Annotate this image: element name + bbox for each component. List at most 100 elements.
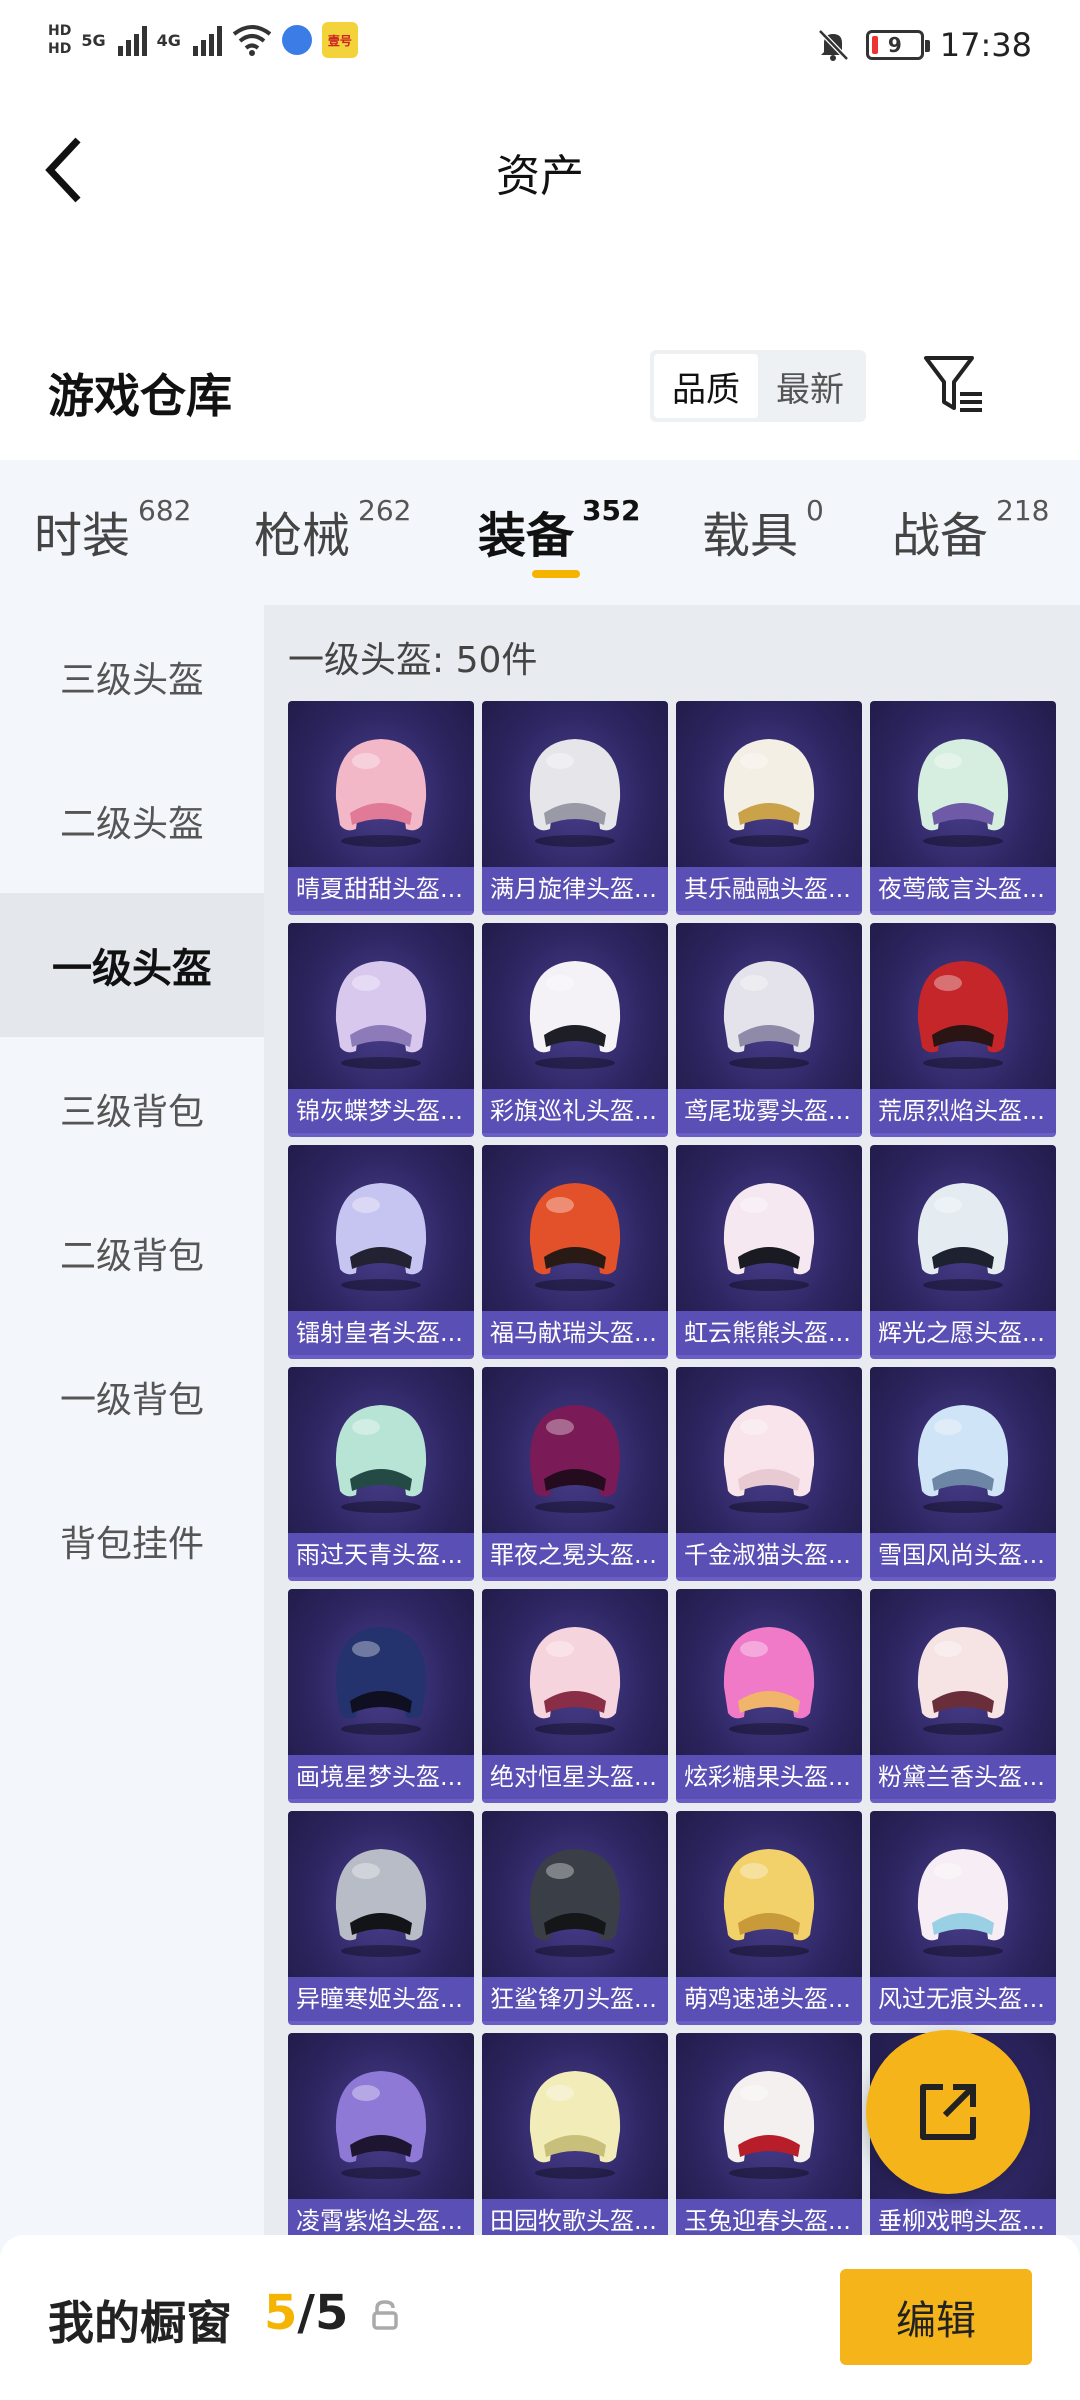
status-bar: HD HD 5G 4G 壹号 9 17:38 bbox=[0, 0, 1080, 100]
helmet-icon bbox=[723, 1627, 815, 1735]
item-card[interactable]: 福马献瑞头盔... bbox=[482, 1145, 668, 1359]
item-name: 雨过天青头盔... bbox=[288, 1533, 474, 1577]
item-card[interactable]: 满月旋律头盔... bbox=[482, 701, 668, 915]
item-card[interactable]: 绝对恒星头盔... bbox=[482, 1589, 668, 1803]
item-name: 其乐融融头盔... bbox=[676, 867, 862, 911]
showcase-total: 5 bbox=[314, 2285, 349, 2341]
item-card[interactable]: 风过无痕头盔... bbox=[870, 1811, 1056, 2025]
helmet-icon bbox=[529, 961, 621, 1069]
tab-count: 262 bbox=[358, 494, 412, 527]
header: 资产 bbox=[0, 100, 1080, 340]
share-button[interactable] bbox=[866, 2030, 1030, 2194]
item-card[interactable]: 雨过天青头盔... bbox=[288, 1367, 474, 1581]
helmet-icon bbox=[917, 1183, 1009, 1291]
active-tab-indicator bbox=[532, 570, 580, 578]
sidebar-item-level2-backpack[interactable]: 二级背包 bbox=[0, 1181, 264, 1325]
hd-label-2: HD bbox=[48, 41, 72, 57]
item-card[interactable]: 粉黛兰香头盔... bbox=[870, 1589, 1056, 1803]
tab-label: 战备 bbox=[892, 508, 989, 564]
helmet-icon bbox=[917, 739, 1009, 847]
signal-icon-2 bbox=[192, 24, 222, 56]
showcase-bar: 我的橱窗 5/5 编辑 bbox=[0, 2235, 1080, 2400]
helmet-icon bbox=[335, 1849, 427, 1957]
sidebar-item-level2-helmet[interactable]: 二级头盔 bbox=[0, 749, 264, 893]
clock: 17:38 bbox=[939, 26, 1032, 64]
tab-count: 352 bbox=[582, 494, 641, 527]
edit-button[interactable]: 编辑 bbox=[840, 2269, 1032, 2365]
item-card[interactable]: 田园牧歌头盔... bbox=[482, 2033, 668, 2235]
tab-equipment[interactable]: 装备 352 bbox=[478, 494, 641, 566]
status-right: 9 17:38 bbox=[816, 26, 1032, 64]
tab-firearms[interactable]: 枪械 262 bbox=[254, 494, 412, 566]
hd-indicator: HD HD bbox=[48, 22, 71, 58]
item-name: 狂鲨锋刃头盔... bbox=[482, 1977, 668, 2021]
item-name: 炫彩糖果头盔... bbox=[676, 1755, 862, 1799]
helmet-icon bbox=[529, 1849, 621, 1957]
network-5g-label: 5G bbox=[81, 30, 106, 50]
helmet-icon bbox=[723, 1405, 815, 1513]
section-title: 游戏仓库 bbox=[48, 369, 232, 423]
item-card[interactable]: 凌霄紫焰头盔... bbox=[288, 2033, 474, 2235]
app-notification-icon bbox=[281, 25, 312, 55]
helmet-icon bbox=[335, 1405, 427, 1513]
item-name: 福马献瑞头盔... bbox=[482, 1311, 668, 1355]
item-card[interactable]: 辉光之愿头盔... bbox=[870, 1145, 1056, 1359]
tab-vehicles[interactable]: 载具 0 bbox=[702, 494, 824, 566]
item-card[interactable]: 雪国风尚头盔... bbox=[870, 1367, 1056, 1581]
sidebar-item-level3-helmet[interactable]: 三级头盔 bbox=[0, 605, 264, 749]
sidebar-item-level1-helmet[interactable]: 一级头盔 bbox=[0, 893, 264, 1037]
item-name: 田园牧歌头盔... bbox=[482, 2199, 668, 2235]
item-panel: 一级头盔: 50件 晴夏甜甜头盔... 满月旋律头盔... 其乐融融头盔... 夜莺箴… bbox=[264, 605, 1080, 2235]
lock-icon bbox=[372, 2300, 398, 2330]
item-card[interactable]: 画境星梦头盔... bbox=[288, 1589, 474, 1803]
sort-toggle: 品质 最新 bbox=[650, 350, 866, 422]
signal-icon-1 bbox=[117, 24, 147, 56]
item-card[interactable]: 其乐融融头盔... bbox=[676, 701, 862, 915]
item-grid: 晴夏甜甜头盔... 满月旋律头盔... 其乐融融头盔... 夜莺箴言头盔... 锦灰蝶梦… bbox=[288, 701, 1072, 2235]
item-card[interactable]: 狂鲨锋刃头盔... bbox=[482, 1811, 668, 2025]
showcase-label: 我的橱窗 bbox=[48, 2296, 232, 2350]
sidebar-item-backpack-charm[interactable]: 背包挂件 bbox=[0, 1469, 264, 1613]
tab-label: 载具 bbox=[702, 508, 799, 564]
tab-label: 装备 bbox=[478, 508, 575, 564]
item-card[interactable]: 炫彩糖果头盔... bbox=[676, 1589, 862, 1803]
helmet-icon bbox=[917, 1627, 1009, 1735]
helmet-icon bbox=[529, 1405, 621, 1513]
item-card[interactable]: 罪夜之冕头盔... bbox=[482, 1367, 668, 1581]
tab-count: 218 bbox=[996, 494, 1050, 527]
item-card[interactable]: 夜莺箴言头盔... bbox=[870, 701, 1056, 915]
item-name: 垂柳戏鸭头盔... bbox=[870, 2199, 1056, 2235]
helmet-icon bbox=[335, 1183, 427, 1291]
item-card[interactable]: 萌鸡速递头盔... bbox=[676, 1811, 862, 2025]
helmet-icon bbox=[723, 2071, 815, 2179]
tab-fashion[interactable]: 时装 682 bbox=[34, 494, 191, 566]
sidebar-item-level1-backpack[interactable]: 一级背包 bbox=[0, 1325, 264, 1469]
item-card[interactable]: 虹云熊熊头盔... bbox=[676, 1145, 862, 1359]
filter-icon[interactable] bbox=[920, 350, 986, 420]
helmet-icon bbox=[335, 739, 427, 847]
item-card[interactable]: 鸢尾珑雾头盔... bbox=[676, 923, 862, 1137]
item-name: 异瞳寒姬头盔... bbox=[288, 1977, 474, 2021]
item-card[interactable]: 彩旗巡礼头盔... bbox=[482, 923, 668, 1137]
item-card[interactable]: 异瞳寒姬头盔... bbox=[288, 1811, 474, 2025]
sort-quality-button[interactable]: 品质 bbox=[654, 354, 758, 418]
helmet-icon bbox=[917, 961, 1009, 1069]
battery-icon: 9 bbox=[865, 30, 930, 60]
item-name: 萌鸡速递头盔... bbox=[676, 1977, 862, 2021]
item-name: 粉黛兰香头盔... bbox=[870, 1755, 1056, 1799]
item-name: 满月旋律头盔... bbox=[482, 867, 668, 911]
item-name: 晴夏甜甜头盔... bbox=[288, 867, 474, 911]
sort-latest-button[interactable]: 最新 bbox=[758, 354, 862, 418]
item-card[interactable]: 玉兔迎春头盔... bbox=[676, 2033, 862, 2235]
warehouse-header: 游戏仓库 品质 最新 bbox=[0, 340, 1080, 460]
helmet-icon bbox=[529, 739, 621, 847]
hd-label-1: HD bbox=[48, 23, 72, 39]
item-count-title: 一级头盔: 50件 bbox=[288, 640, 538, 681]
item-card[interactable]: 镭射皇者头盔... bbox=[288, 1145, 474, 1359]
item-card[interactable]: 荒原烈焰头盔... bbox=[870, 923, 1056, 1137]
item-card[interactable]: 千金淑猫头盔... bbox=[676, 1367, 862, 1581]
tab-combat-gear[interactable]: 战备 218 bbox=[892, 494, 1050, 566]
item-card[interactable]: 锦灰蝶梦头盔... bbox=[288, 923, 474, 1137]
sidebar-item-level3-backpack[interactable]: 三级背包 bbox=[0, 1037, 264, 1181]
item-card[interactable]: 晴夏甜甜头盔... bbox=[288, 701, 474, 915]
